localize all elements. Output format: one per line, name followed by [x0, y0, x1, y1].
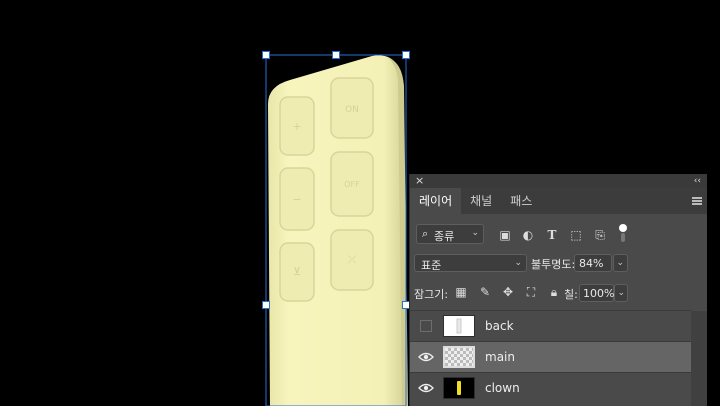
transform-handle-middle-left[interactable]: [262, 301, 270, 309]
tab-paths[interactable]: 패스: [501, 188, 541, 214]
transform-handle-top-right[interactable]: [402, 51, 410, 59]
fill-slider-toggle[interactable]: ⌄: [614, 284, 628, 302]
shape-filter-icon[interactable]: ⬚: [569, 228, 583, 242]
layer-row-main[interactable]: main: [410, 341, 691, 372]
chevron-down-icon: ⌄: [471, 228, 479, 238]
smart-object-filter-icon[interactable]: ⎘: [593, 228, 607, 242]
layer-filter-kind-select[interactable]: ⌕ 종류 ⌄: [416, 224, 484, 244]
lock-artboard-icon[interactable]: ⛶: [524, 285, 538, 299]
eye-icon[interactable]: [418, 381, 434, 395]
opacity-slider-toggle[interactable]: ⌄: [613, 254, 628, 272]
filter-toggle-icon[interactable]: [616, 224, 630, 242]
blend-mode-select[interactable]: 표준 ⌄: [414, 254, 527, 272]
remote-glyph-4: ⊻: [293, 265, 301, 278]
layer-thumbnail-main: [443, 346, 475, 368]
visibility-toggle-hidden[interactable]: [420, 320, 432, 332]
collapse-panel-icon[interactable]: ‹‹: [694, 174, 701, 188]
remote-glyph-2: −: [292, 193, 301, 206]
blend-mode-value: 표준: [421, 259, 442, 272]
lock-all-icon[interactable]: 🔒︎: [547, 285, 561, 299]
layer-name-back: back: [485, 319, 514, 333]
remote-glyph-0: +: [292, 120, 301, 133]
layer-thumbnail-clown: [443, 377, 475, 399]
lock-position-icon[interactable]: ✥: [501, 285, 515, 299]
layer-row-back[interactable]: back: [410, 310, 691, 341]
lock-image-icon[interactable]: ✎: [478, 285, 492, 299]
remote-glyph-3: OFF: [344, 180, 360, 189]
remote-glyph-5: ⤫: [348, 253, 357, 266]
adjustment-filter-icon[interactable]: ◐: [521, 228, 535, 242]
filter-kind-label: 종류: [434, 230, 455, 243]
type-filter-icon[interactable]: T: [545, 228, 559, 242]
transform-handle-top-left[interactable]: [262, 51, 270, 59]
chevron-down-icon: ⌄: [617, 288, 625, 298]
fill-label: 칠:: [564, 288, 578, 301]
tab-channels[interactable]: 채널: [461, 188, 501, 214]
close-icon[interactable]: ×: [415, 174, 424, 188]
layers-panel: × ‹‹ 레이어 채널 패스 ⌕ 종류 ⌄ ▣ ◐ T ⬚ ⎘ 표준 ⌄ 불투명…: [409, 174, 707, 406]
search-icon: ⌕: [422, 227, 429, 240]
lock-label: 잠그기:: [414, 288, 449, 301]
fill-value: 100%: [583, 287, 615, 300]
lock-transparent-icon[interactable]: ▦: [454, 285, 468, 299]
opacity-value: 84%: [579, 257, 604, 270]
layer-name-main: main: [485, 350, 515, 364]
eye-icon[interactable]: [418, 350, 434, 364]
layer-name-clown: clown: [485, 381, 520, 395]
panel-tabs: 레이어 채널 패스: [410, 188, 707, 214]
layer-row-clown[interactable]: clown: [410, 372, 691, 403]
chevron-down-icon: ⌄: [616, 258, 624, 268]
opacity-input[interactable]: 84%: [574, 254, 612, 272]
layers-scrollbar[interactable]: [691, 311, 707, 406]
tab-layers[interactable]: 레이어: [410, 188, 462, 214]
chevron-down-icon: ⌄: [514, 258, 522, 268]
remote-glyph-1: ON: [345, 105, 359, 115]
image-filter-icon[interactable]: ▣: [498, 228, 512, 242]
transform-handle-top-center[interactable]: [332, 51, 340, 59]
layer-thumbnail-back: [443, 315, 475, 337]
panel-menu-icon[interactable]: [692, 197, 702, 205]
opacity-label: 불투명도:: [531, 258, 576, 271]
panel-title-bar[interactable]: × ‹‹: [410, 174, 707, 188]
fill-input[interactable]: 100%: [579, 284, 614, 302]
